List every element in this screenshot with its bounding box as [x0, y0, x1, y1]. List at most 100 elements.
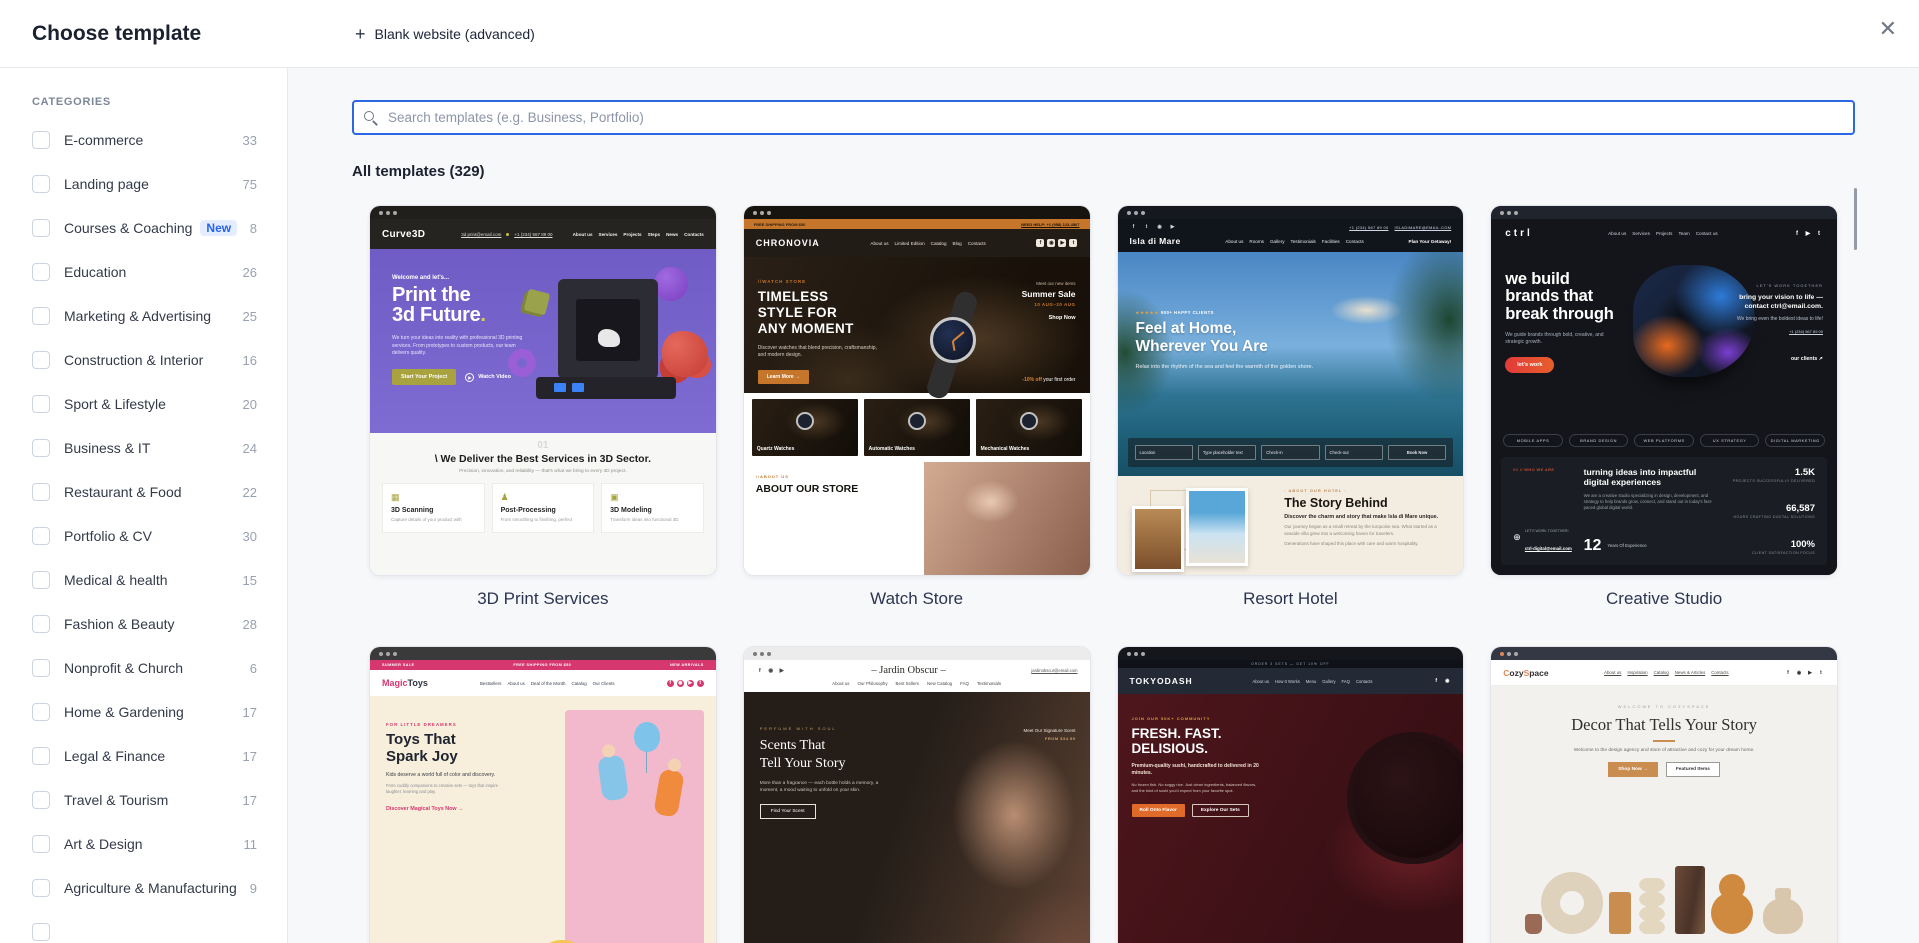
search-input[interactable]	[352, 100, 1855, 135]
category-checkbox[interactable]	[32, 131, 50, 149]
category-item[interactable]: Art & Design 11	[32, 822, 257, 866]
close-icon[interactable]: ✕	[1879, 18, 1897, 40]
category-item[interactable]: Construction & Interior 16	[32, 338, 257, 382]
category-item[interactable]	[32, 910, 257, 943]
mini-hero-text: Welcome to the design agency and store o…	[1573, 748, 1755, 753]
mini-hero-lead: Premium-quality sushi, handcrafted to de…	[1131, 763, 1259, 777]
category-checkbox[interactable]	[32, 615, 50, 633]
category-checkbox[interactable]	[32, 527, 50, 545]
template-card-tokyodash[interactable]: ORDER 3 SETS — GET 10% OFF TOKYODASH Abo…	[1117, 647, 1464, 943]
category-item[interactable]: Portfolio & CV 30	[32, 514, 257, 558]
template-card-watch-store[interactable]: FREE SHIPPING FROM $50 NEED HELP: +1 (95…	[743, 206, 1090, 609]
category-checkbox[interactable]	[32, 175, 50, 193]
watch-icon	[907, 412, 926, 431]
mini-nav: About us Limited Edition Catalog Blog Contac…	[870, 241, 985, 246]
template-card-magic-toys[interactable]: SUMMER SALE FREE SHIPPING FROM $50 NEW ARR…	[370, 647, 716, 943]
template-card-resort-hotel[interactable]: f t ◉ ▶ +1 (234) 567 89 00 ISLADIMARE@EMAIL.…	[1117, 206, 1464, 609]
category-checkbox[interactable]	[32, 483, 50, 501]
social-icons: f ◉ ▶ t	[1036, 239, 1078, 247]
category-item[interactable]: Courses & Coaching New 8	[32, 206, 257, 250]
mini-cta-primary: Start Your Project	[392, 369, 457, 386]
mini-hero-text: We turn your ideas into reality with pro…	[392, 334, 523, 357]
mini-hero-text: No frozen fish. No soggy rice. Just clea…	[1131, 782, 1257, 794]
scrollbar-thumb[interactable]	[1854, 188, 1857, 250]
printed-model	[597, 329, 620, 347]
category-item[interactable]: Landing page 75	[32, 162, 257, 206]
category-checkbox[interactable]	[32, 791, 50, 809]
category-item[interactable]: E-commerce 33	[32, 118, 257, 162]
category-checkbox[interactable]	[32, 703, 50, 721]
category-item[interactable]: Restaurant & Food 22	[32, 470, 257, 514]
browser-bar	[370, 206, 716, 219]
template-card-creative-studio[interactable]: ctrl About us Services Projects Team Contact…	[1491, 206, 1837, 609]
category-checkbox[interactable]	[32, 351, 50, 369]
mini-kicker: ★★★★★ 900+ HAPPY CLIENTS	[1135, 310, 1214, 315]
category-item[interactable]: Marketing & Advertising 25	[32, 294, 257, 338]
category-tile: Automatic Watches	[863, 398, 970, 456]
category-checkbox[interactable]	[32, 879, 50, 897]
modal-title: Choose template	[32, 21, 202, 45]
instagram-icon: ◉	[1445, 678, 1450, 684]
template-thumbnail[interactable]: Curve3D 3d.print@email.com +1 (234) 567 8…	[370, 206, 716, 575]
mini-nav-item: Best Sellers	[895, 681, 919, 686]
template-thumbnail[interactable]: f ◉ ▶ – Jardin Obscur – jardinobscur@email…	[743, 647, 1090, 943]
category-checkbox[interactable]	[32, 219, 50, 237]
new-badge: New	[200, 220, 238, 236]
browser-bar	[1117, 206, 1464, 219]
category-checkbox[interactable]	[32, 395, 50, 413]
template-thumbnail[interactable]: ORDER 3 SETS — GET 10% OFF TOKYODASH Abo…	[1117, 647, 1464, 943]
category-checkbox[interactable]	[32, 923, 50, 941]
mini-services-section: 01 \ We Deliver the Best Services in 3D …	[370, 433, 716, 575]
template-thumbnail[interactable]: FREE SHIPPING FROM $50 NEED HELP: +1 (95…	[743, 206, 1090, 575]
category-count: 30	[242, 528, 257, 544]
category-item[interactable]: Legal & Finance 17	[32, 734, 257, 778]
category-item[interactable]: Agriculture & Manufacturing 9	[32, 866, 257, 910]
category-item[interactable]: Education 26	[32, 250, 257, 294]
category-item[interactable]: Fashion & Beauty 28	[32, 602, 257, 646]
mini-nav-item: Steps	[647, 231, 661, 237]
category-checkbox[interactable]	[32, 439, 50, 457]
category-checkbox[interactable]	[32, 307, 50, 325]
category-label: Restaurant & Food	[64, 484, 182, 500]
template-thumbnail[interactable]: SUMMER SALE FREE SHIPPING FROM $50 NEW ARR…	[370, 647, 716, 943]
browser-bar	[370, 647, 716, 660]
category-checkbox[interactable]	[32, 571, 50, 589]
category-checkbox[interactable]	[32, 263, 50, 281]
template-thumbnail[interactable]: ctrl About us Services Projects Team Contact…	[1491, 206, 1837, 575]
category-label: Business & IT	[64, 440, 151, 456]
mini-hero: JOIN OUR 50K+ COMMUNITY FRESH. FAST. DELI…	[1118, 694, 1464, 943]
mini-nav-item: Testimonials	[1290, 238, 1316, 244]
mini-nav-item: Contacts	[684, 231, 704, 237]
template-card-3d-print-services[interactable]: Curve3D 3d.print@email.com +1 (234) 567 8…	[370, 206, 716, 609]
template-card-jardin-obscur[interactable]: f ◉ ▶ – Jardin Obscur – jardinobscur@email…	[743, 647, 1090, 943]
category-checkbox[interactable]	[32, 747, 50, 765]
blank-website-button[interactable]: + Blank website (advanced)	[355, 25, 535, 43]
mini-kicker: JOIN OUR 50K+ COMMUNITY	[1131, 716, 1211, 721]
category-item[interactable]: Home & Gardening 17	[32, 690, 257, 734]
category-item[interactable]: Nonprofit & Church 6	[32, 646, 257, 690]
mini-nav-item: Testimonials	[976, 681, 1002, 686]
feature-card: ♟ Post-Processing From smoothing to finish…	[491, 483, 595, 533]
promo-strip: SUMMER SALE FREE SHIPPING FROM $50 NEW ARR…	[370, 660, 716, 670]
template-thumbnail[interactable]: f t ◉ ▶ +1 (234) 567 89 00 ISLADIMARE@EMAIL.…	[1117, 206, 1464, 575]
mini-nav-item: Limited Edition	[894, 240, 925, 246]
social-icons: f ◉ ▶ t	[1784, 669, 1825, 677]
template-thumbnail[interactable]: CozySpace About us Inspiration Catalog News…	[1491, 647, 1837, 943]
category-count: 24	[242, 440, 257, 456]
category-item[interactable]: Medical & health 15	[32, 558, 257, 602]
browser-bar	[743, 206, 1090, 219]
template-card-cozyspace[interactable]: CozySpace About us Inspiration Catalog News…	[1491, 647, 1837, 943]
category-item[interactable]: Business & IT 24	[32, 426, 257, 470]
category-checkbox[interactable]	[32, 835, 50, 853]
mini-hero-title: Feel at Home, Wherever You Are	[1135, 320, 1268, 355]
mini-nav: About us Services Projects Steps News Contact…	[573, 232, 704, 237]
mini-nav-item: How It Works	[1274, 678, 1300, 684]
category-item[interactable]: Travel & Tourism 17	[32, 778, 257, 822]
shipping-note: FREE SHIPPING FROM $50	[753, 221, 806, 227]
category-item[interactable]: Sport & Lifestyle 20	[32, 382, 257, 426]
mini-header: CozySpace About us Inspiration Catalog News…	[1491, 660, 1837, 686]
watch-categories: Quartz Watches Automatic Watches Mechani…	[743, 392, 1090, 462]
category-label: Art & Design	[64, 836, 143, 852]
category-checkbox[interactable]	[32, 659, 50, 677]
instagram-icon: ◉	[1047, 239, 1056, 247]
